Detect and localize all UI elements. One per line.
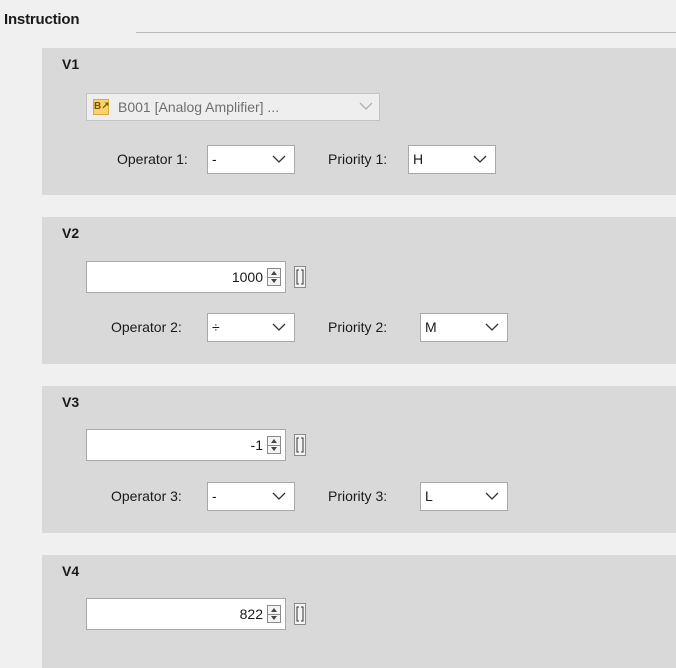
- bracket-icon[interactable]: [294, 603, 306, 625]
- v4-value: 822: [239, 606, 263, 622]
- chevron-down-icon: [485, 323, 499, 331]
- v2-value-input[interactable]: 1000: [86, 261, 286, 293]
- bracket-icon[interactable]: [294, 266, 306, 288]
- group-divider: [136, 32, 676, 33]
- group-title: Instruction: [4, 11, 80, 28]
- panel-title: V2: [62, 225, 80, 241]
- priority-1-label: Priority 1:: [328, 151, 388, 167]
- panel-v3: V3 -1 Operator 3: - Priority 3: L: [42, 386, 676, 533]
- analog-amplifier-block-icon: B↗: [93, 99, 110, 115]
- priority-3-select[interactable]: L: [420, 482, 508, 511]
- operator-3-value: -: [212, 488, 217, 504]
- panel-v2: V2 1000 Operator 2: ÷ Priority 2: M: [42, 217, 676, 364]
- chevron-down-icon: [473, 155, 487, 163]
- operator-2-label: Operator 2:: [111, 319, 182, 335]
- bracket-icon[interactable]: [294, 434, 306, 456]
- v2-value: 1000: [231, 269, 263, 285]
- bracket-glyph: [296, 437, 304, 453]
- v3-value-input[interactable]: -1: [86, 429, 286, 461]
- panel-title: V3: [62, 394, 80, 410]
- bracket-glyph: [296, 269, 304, 285]
- priority-2-value: M: [425, 319, 437, 335]
- spinner-down-icon[interactable]: [268, 277, 280, 285]
- panel-title: V1: [62, 56, 80, 72]
- operator-2-value: ÷: [212, 319, 220, 335]
- chevron-down-icon: [272, 155, 286, 163]
- priority-3-label: Priority 3:: [328, 488, 388, 504]
- operator-1-label: Operator 1:: [117, 151, 188, 167]
- operator-1-select[interactable]: -: [207, 145, 295, 174]
- priority-1-select[interactable]: H: [408, 145, 496, 174]
- bracket-glyph: [296, 606, 304, 622]
- priority-2-label: Priority 2:: [328, 319, 388, 335]
- spinner-down-icon[interactable]: [268, 445, 280, 453]
- chevron-down-icon: [272, 323, 286, 331]
- priority-3-value: L: [425, 488, 433, 504]
- operator-3-select[interactable]: -: [207, 482, 295, 511]
- block-select-dropdown[interactable]: B↗ B001 [Analog Amplifier] ...: [86, 93, 380, 121]
- chevron-down-icon: [359, 102, 373, 110]
- priority-1-value: H: [413, 151, 424, 167]
- panel-v1: V1 B↗ B001 [Analog Amplifier] ... Operat…: [42, 48, 676, 195]
- spinner-arrows-icon[interactable]: [267, 605, 281, 623]
- panel-title: V4: [62, 563, 80, 579]
- spinner-down-icon[interactable]: [268, 614, 280, 622]
- panel-v4: V4 822: [42, 555, 676, 668]
- priority-2-select[interactable]: M: [420, 313, 508, 342]
- v4-value-input[interactable]: 822: [86, 598, 286, 630]
- operator-3-label: Operator 3:: [111, 488, 182, 504]
- chevron-down-icon: [485, 492, 499, 500]
- spinner-arrows-icon[interactable]: [267, 436, 281, 454]
- block-select-value: B001 [Analog Amplifier] ...: [118, 99, 280, 115]
- v3-value: -1: [250, 437, 263, 453]
- operator-1-value: -: [212, 151, 217, 167]
- operator-2-select[interactable]: ÷: [207, 313, 295, 342]
- chevron-down-icon: [272, 492, 286, 500]
- spinner-arrows-icon[interactable]: [267, 268, 281, 286]
- instruction-group-header: Instruction: [0, 8, 676, 33]
